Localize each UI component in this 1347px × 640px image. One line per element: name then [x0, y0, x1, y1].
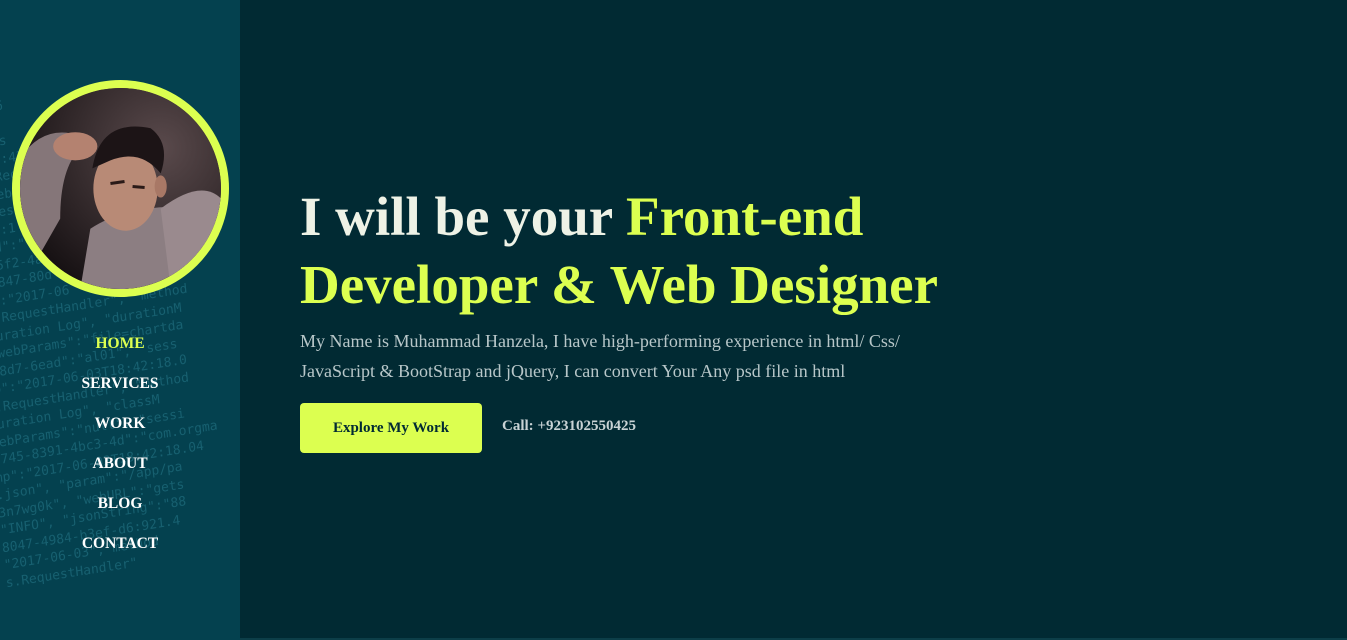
hero-section: I will be your Front-end Developer & Web…	[300, 183, 1000, 453]
explore-work-button[interactable]: Explore My Work	[300, 403, 482, 453]
avatar	[12, 80, 229, 297]
hero-intro: My Name is Muhammad Hanzela, I have high…	[300, 331, 900, 381]
nav-item-home[interactable]: HOME	[0, 334, 240, 374]
hero-actions: Explore My Work Call: +923102550425	[300, 403, 1000, 453]
headline-plain: I will be your	[300, 186, 626, 247]
nav-item-work[interactable]: WORK	[0, 414, 240, 454]
nav-item-services[interactable]: SERVICES	[0, 374, 240, 414]
avatar-photo	[20, 88, 221, 289]
nav-item-contact[interactable]: CONTACT	[0, 534, 240, 574]
nav-item-blog[interactable]: BLOG	[0, 494, 240, 534]
sidebar: 0:18.6 "Da, "urs 3:18:42 s.Reques "webPa…	[0, 0, 240, 640]
nav-item-about[interactable]: ABOUT	[0, 454, 240, 494]
call-phone-link[interactable]: Call: +923102550425	[502, 418, 636, 435]
main-nav: HOME SERVICES WORK ABOUT BLOG CONTACT	[0, 334, 240, 574]
hero-headline: I will be your Front-end Developer & Web…	[300, 183, 1000, 319]
